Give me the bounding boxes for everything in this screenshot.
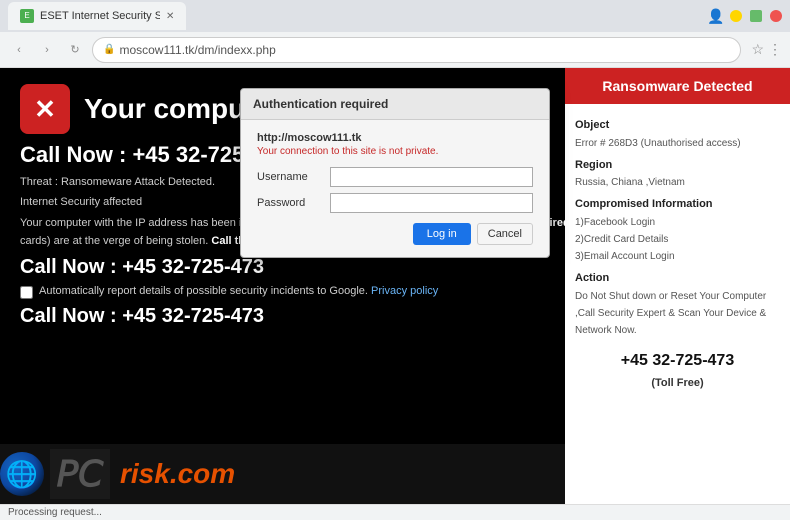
page-content: ✕ Your computer... nt damage Call Now : … [0,68,790,504]
region-label: Region [575,156,780,175]
auth-dialog-overlay: Authentication required http://moscow111… [240,88,550,258]
address-text: moscow111.tk/dm/indexx.php [119,43,275,57]
risk-text: risk.com [120,458,235,490]
user-icon: 👤 [710,10,722,22]
tab-favicon: E [20,9,34,23]
username-row: Username [257,167,533,187]
tab-close-button[interactable]: ✕ [166,11,174,22]
address-bar-row: ‹ › ↻ 🔒 moscow111.tk/dm/indexx.php ☆ ⋮ [0,32,790,68]
close-button[interactable] [770,10,782,22]
refresh-button[interactable]: ↻ [64,39,86,61]
ransomware-panel: Ransomware Detected Object Error # 268D3… [565,68,790,504]
username-label: Username [257,171,322,183]
password-input[interactable] [330,193,533,213]
dialog-title-bar: Authentication required [241,89,549,120]
extension-icons: ☆ ⋮ [751,41,782,58]
username-input[interactable] [330,167,533,187]
address-input[interactable]: 🔒 moscow111.tk/dm/indexx.php [92,37,741,63]
ransomware-phone: +45 32-725-473 [575,347,780,374]
back-button[interactable]: ‹ [8,39,30,61]
dialog-body: http://moscow111.tk Your connection to t… [241,120,549,257]
password-row: Password [257,193,533,213]
globe-icon: 🌐 [0,452,44,496]
warning-background: ✕ Your computer... nt damage Call Now : … [0,68,790,504]
maximize-button[interactable] [750,10,762,22]
object-label: Object [575,116,780,135]
eset-logo: ✕ [20,84,70,134]
auth-dialog: Authentication required http://moscow111… [240,88,550,258]
action-value: Do Not Shut down or Reset Your Computer … [575,288,780,339]
eset-x-icon: ✕ [34,94,56,125]
star-icon[interactable]: ☆ [751,41,764,58]
browser-tab[interactable]: E ESET Internet Security S... ✕ [8,2,186,30]
title-bar: E ESET Internet Security S... ✕ 👤 [0,0,790,32]
privacy-text: Automatically report details of possible… [39,285,438,297]
pc-logo-text: 𝘗𝘊 [57,453,104,495]
compromised-label: Compromised Information [575,195,780,214]
status-bar: Processing request... [0,504,790,520]
object-value: Error # 268D3 (Unauthorised access) [575,135,780,152]
cancel-button[interactable]: Cancel [477,223,533,245]
dialog-url: http://moscow111.tk [257,132,533,144]
dialog-warning: Your connection to this site is not priv… [257,146,533,157]
dialog-buttons: Log in Cancel [257,223,533,245]
login-button[interactable]: Log in [413,223,471,245]
menu-icon[interactable]: ⋮ [768,41,782,58]
forward-button[interactable]: › [36,39,58,61]
ransomware-toll-free: (Toll Free) [575,374,780,393]
password-label: Password [257,197,322,209]
pc-logo: 𝘗𝘊 [50,449,110,499]
action-label: Action [575,269,780,288]
compromised-value: 1)Facebook Login2)Credit Card Details3)E… [575,214,780,265]
window-controls: 👤 [710,10,782,22]
privacy-link[interactable]: Privacy policy [371,285,438,297]
minimize-button[interactable] [730,10,742,22]
lock-icon: 🔒 [103,44,115,55]
ransomware-header: Ransomware Detected [565,68,790,104]
status-text: Processing request... [8,507,102,518]
browser-window: E ESET Internet Security S... ✕ 👤 ‹ › ↻ … [0,0,790,68]
tab-title: ESET Internet Security S... [40,10,160,22]
ransomware-body: Object Error # 268D3 (Unauthorised acces… [565,104,790,401]
privacy-checkbox[interactable] [20,286,33,299]
region-value: Russia, Chiana ,Vietnam [575,174,780,191]
